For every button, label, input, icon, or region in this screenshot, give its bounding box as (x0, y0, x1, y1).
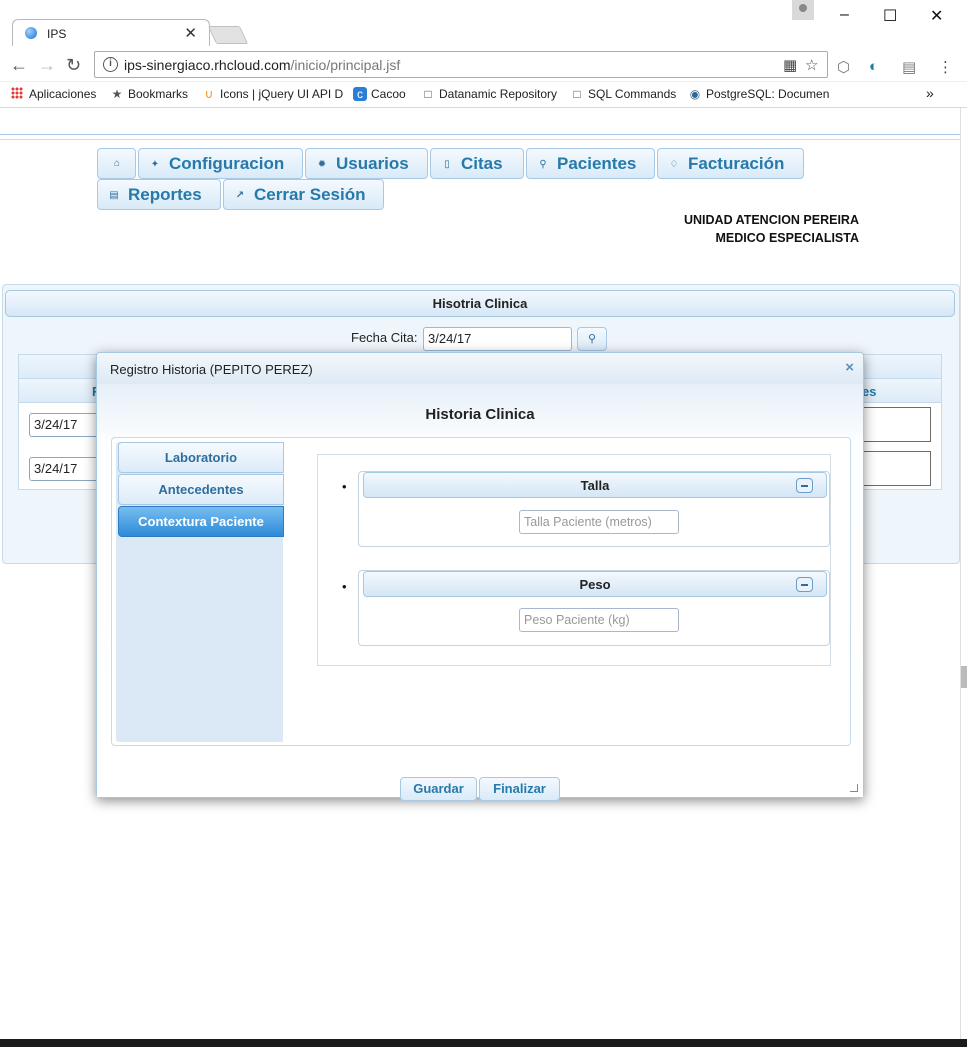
home-icon: ⌂ (113, 158, 121, 169)
bookmark-item[interactable]: ★ Bookmarks (110, 87, 188, 101)
fecha-cita-input[interactable]: 3/24/17 (423, 327, 572, 351)
close-window-icon[interactable]: ✕ (930, 6, 943, 26)
historia-tabview: Laboratorio Antecedentes Contextura Paci… (111, 437, 851, 746)
user-role: MEDICO ESPECIALISTA (715, 231, 859, 245)
list-bullet: • (342, 579, 347, 594)
tab-contextura-paciente[interactable]: Contextura Paciente (118, 506, 284, 537)
more-bookmarks-icon[interactable]: » (926, 85, 934, 101)
user-unit-info: UNIDAD ATENCION PEREIRA MEDICO ESPECIALI… (684, 211, 859, 247)
bookmark-item[interactable]: Aplicaciones (11, 87, 96, 101)
tab-antecedentes[interactable]: Antecedentes (118, 474, 284, 505)
address-bar[interactable]: i ips-sinergiaco.rhcloud.com/inicio/prin… (94, 51, 828, 78)
peso-input[interactable]: Peso Paciente (kg) (519, 608, 679, 632)
cacoo-icon: c (353, 87, 367, 101)
menu-facturacion[interactable]: ♢ Facturación (657, 148, 804, 179)
menu-cerrar-sesion[interactable]: ↗ Cerrar Sesión (223, 179, 384, 210)
dialog-titlebar[interactable]: Registro Historia (PEPITO PEREZ) × (97, 353, 863, 384)
bookmark-item[interactable]: □ Datanamic Repository (421, 87, 557, 101)
bookmark-star-icon[interactable]: ☆ (805, 56, 818, 74)
minimize-icon[interactable]: – (840, 6, 849, 24)
clipboard-icon: ▯ (444, 159, 450, 170)
search-button[interactable]: ⚲ (577, 327, 607, 351)
fieldset-legend[interactable]: Peso (363, 571, 827, 597)
page-icon: □ (424, 87, 432, 101)
note-icon: ♢ (669, 159, 679, 170)
collapse-minus-icon[interactable] (796, 478, 813, 493)
menu-pacientes[interactable]: ⚲ Pacientes (526, 148, 655, 179)
fieldset-talla: Talla Talla Paciente (metros) (358, 471, 830, 547)
globe-icon (25, 27, 37, 39)
jquery-icon: ∪ (204, 87, 214, 101)
taskbar-edge (0, 1039, 967, 1047)
postgresql-icon: ◉ (689, 87, 701, 101)
new-tab-button[interactable] (207, 26, 249, 44)
collapse-minus-icon[interactable] (796, 577, 813, 592)
forward-arrow-icon[interactable]: → (38, 55, 56, 76)
finalizar-button[interactable]: Finalizar (479, 777, 560, 801)
bookmark-item[interactable]: c Cacoo (353, 87, 406, 101)
external-link-icon: ↗ (235, 190, 245, 201)
document-icon: ▤ (109, 190, 119, 201)
page-header-bar (0, 134, 960, 140)
user-profile-icon[interactable] (792, 0, 814, 20)
star-icon: ★ (111, 87, 123, 101)
extension-pdf-icon[interactable]: ▤ (902, 58, 916, 76)
tab-title: IPS (47, 27, 67, 41)
fieldset-legend[interactable]: Talla (363, 472, 827, 498)
menu-configuracion[interactable]: ✦ Configuracion (138, 148, 303, 179)
close-tab-icon[interactable]: ✕ (184, 24, 197, 42)
menu-citas[interactable]: ▯ Citas (430, 148, 524, 179)
menu-dots-icon[interactable]: ⋮ (938, 58, 953, 76)
url-text: ips-sinergiaco.rhcloud.com/inicio/princi… (124, 57, 401, 73)
back-arrow-icon[interactable]: ← (10, 55, 28, 76)
dialog-body: Historia Clinica Laboratorio Antecedente… (97, 384, 863, 801)
tab-laboratorio[interactable]: Laboratorio (118, 442, 284, 473)
extension-cube-icon[interactable]: ⬡ (837, 58, 850, 76)
reload-icon[interactable]: ↻ (66, 55, 81, 76)
tab-panel-contextura: • Talla Talla Paciente (metros) • Peso P… (317, 454, 831, 666)
scrollbar[interactable] (960, 108, 967, 1047)
dialog-title: Registro Historia (PEPITO PEREZ) (110, 362, 313, 377)
person-icon: ⚲ (539, 159, 547, 170)
bookmark-item[interactable]: ∪ Icons | jQuery UI API D (202, 87, 344, 101)
list-bullet: • (342, 479, 347, 494)
info-icon[interactable]: i (103, 57, 118, 72)
column-header: es (862, 384, 877, 399)
bookmark-item[interactable]: ◉ PostgreSQL: Documen (688, 87, 830, 101)
browser-title-bar: IPS ✕ – ☐ ✕ (0, 0, 967, 47)
bookmark-item[interactable]: □ SQL Commands (570, 87, 676, 101)
menu-usuarios[interactable]: ✹ Usuarios (305, 148, 428, 179)
fecha-cita-label: Fecha Cita: (351, 330, 418, 345)
translate-icon[interactable]: ▦ (783, 56, 797, 74)
guardar-button[interactable]: Guardar (400, 777, 477, 801)
maximize-icon[interactable]: ☐ (883, 6, 897, 26)
browser-tab[interactable]: IPS ✕ (12, 19, 210, 47)
fieldset-peso: Peso Peso Paciente (kg) (358, 570, 830, 646)
tab-nav: Laboratorio Antecedentes Contextura Paci… (116, 442, 284, 742)
home-button[interactable]: ⌂ (97, 148, 136, 179)
bookmarks-bar: Aplicaciones ★ Bookmarks ∪ Icons | jQuery … (0, 82, 967, 108)
page-icon: □ (573, 87, 581, 101)
talla-input[interactable]: Talla Paciente (metros) (519, 510, 679, 534)
gear-icon: ✹ (317, 159, 327, 170)
resize-handle[interactable] (850, 784, 858, 792)
extension-c-icon[interactable]: ◐ (869, 58, 878, 75)
apps-grid-icon (11, 87, 23, 99)
registro-historia-dialog: Registro Historia (PEPITO PEREZ) × Histo… (96, 352, 864, 801)
historia-heading: Historia Clinica (425, 406, 535, 423)
unit-name: UNIDAD ATENCION PEREIRA (683, 213, 859, 227)
wrench-icon: ✦ (150, 159, 160, 170)
search-icon: ⚲ (587, 333, 597, 345)
scrollbar-thumb[interactable] (961, 666, 967, 688)
browser-toolbar: ← → ↻ i ips-sinergiaco.rhcloud.com/inici… (0, 46, 967, 82)
menu-reportes[interactable]: ▤ Reportes (97, 179, 221, 210)
panel-title: Hisotria Clinica (5, 290, 955, 317)
close-icon[interactable]: × (845, 359, 854, 376)
